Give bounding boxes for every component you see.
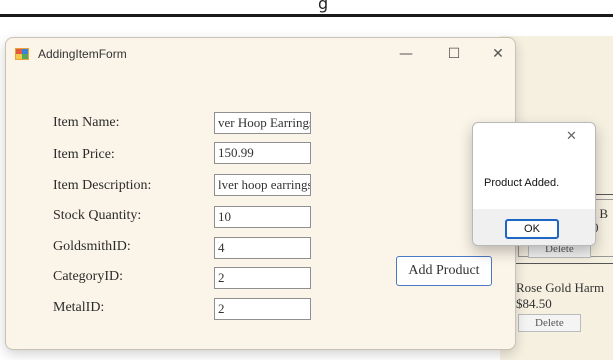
app-icon: [15, 48, 29, 60]
maximize-icon[interactable]: ☐: [439, 42, 469, 66]
top-partial-glyph: g: [318, 0, 329, 13]
stock-quantity-input[interactable]: 10: [214, 206, 311, 228]
add-product-button[interactable]: Add Product: [396, 256, 492, 286]
item-description-input[interactable]: lver hoop earrings: [214, 174, 311, 196]
title-bar[interactable]: AddingItemForm — ☐ ✕: [6, 38, 515, 70]
item-price-input[interactable]: 150.99: [214, 142, 311, 164]
item-name-input[interactable]: ver Hoop Earrings: [214, 112, 311, 134]
product-card-2-delete-button[interactable]: Delete: [518, 314, 581, 332]
goldsmith-id-input[interactable]: 4: [214, 237, 311, 259]
product-added-dialog: ✕ Product Added. OK: [472, 122, 596, 246]
adding-item-window: AddingItemForm — ☐ ✕ Item Name: ver Hoop…: [5, 37, 516, 350]
product-card-2-price: $84.50: [516, 296, 552, 311]
dialog-message: Product Added.: [484, 177, 560, 189]
top-separator: g: [0, 0, 613, 17]
item-description-label: Item Description:: [53, 178, 152, 193]
product-card-2-name: Rose Gold Harm: [516, 280, 605, 295]
metal-id-input[interactable]: 2: [214, 298, 311, 320]
product-card-2: Rose Gold Harm $84.50 Delete: [516, 280, 613, 332]
metal-id-label: MetalID:: [53, 300, 105, 315]
goldsmith-id-label: GoldsmithID:: [53, 239, 131, 254]
item-name-label: Item Name:: [53, 115, 120, 130]
window-title: AddingItemForm: [38, 47, 127, 61]
item-price-label: Item Price:: [53, 147, 115, 162]
category-id-label: CategoryID:: [53, 269, 123, 284]
category-id-input[interactable]: 2: [214, 267, 311, 289]
close-icon[interactable]: ✕: [483, 42, 513, 66]
dialog-close-icon[interactable]: ✕: [566, 129, 577, 144]
stock-quantity-label: Stock Quantity:: [53, 208, 142, 223]
dialog-footer: OK: [473, 209, 595, 245]
ok-button[interactable]: OK: [505, 219, 559, 239]
minimize-icon[interactable]: —: [391, 42, 421, 66]
